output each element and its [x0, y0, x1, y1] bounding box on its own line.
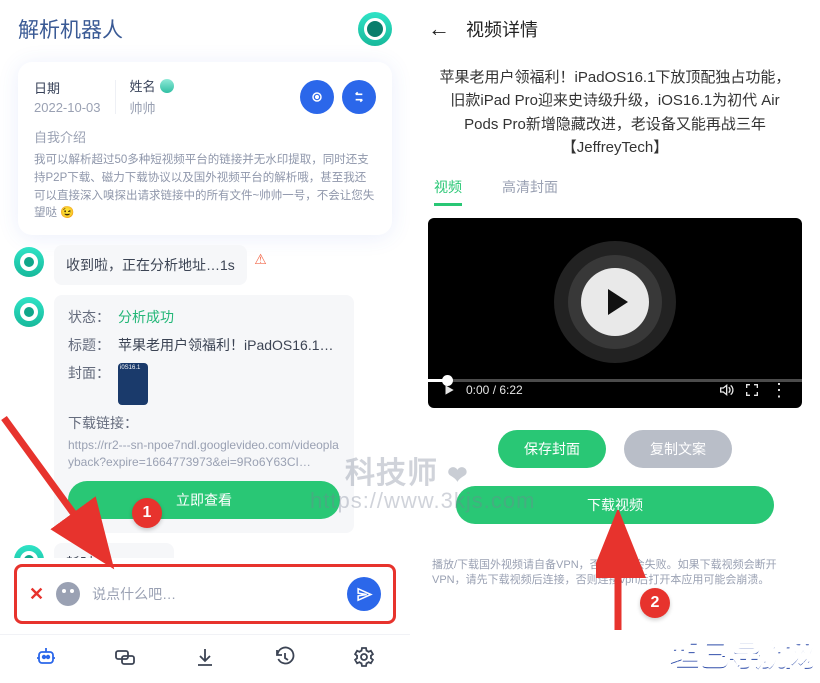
title-value: 苹果老用户领福利！iPadOS16.1下放顶配独…	[118, 335, 338, 355]
scan-button[interactable]	[300, 80, 334, 114]
download-link-value[interactable]: https://rr2---sn-npoe7ndl.googlevideo.co…	[68, 437, 340, 471]
bot-avatar-icon	[14, 545, 44, 558]
profile-card: 日期 2022-10-03 姓名 帅帅 自我介绍 我可以解析超过50多种短视频平…	[18, 62, 392, 235]
message-input-bar[interactable]: ✕ 说点什么吧…	[14, 564, 396, 624]
swap-button[interactable]	[342, 80, 376, 114]
fullscreen-icon[interactable]	[744, 382, 760, 398]
copy-text-button[interactable]: 复制文案	[624, 430, 732, 468]
message-input[interactable]: 说点什么吧…	[92, 584, 335, 604]
title-label: 标题：	[68, 335, 110, 355]
status-value: 分析成功	[118, 307, 174, 327]
elapsed-label: 耗时	[66, 555, 94, 558]
status-label: 状态：	[68, 307, 110, 327]
chat-title: 解析机器人	[18, 14, 123, 44]
detail-page-title: 视频详情	[466, 16, 538, 42]
intro-label: 自我介绍	[34, 127, 376, 146]
name-label: 姓名	[130, 76, 174, 95]
cover-thumbnail[interactable]	[118, 363, 148, 405]
bot-avatar-icon[interactable]	[358, 12, 392, 46]
nav-robot-icon[interactable]	[31, 645, 61, 669]
footer-note: 播放/下载国外视频请自备VPN，否则下载会失败。如果下载视频会断开VPN，请先下…	[410, 530, 820, 589]
save-cover-button[interactable]: 保存封面	[498, 430, 606, 468]
nav-history-icon[interactable]	[270, 645, 300, 669]
bottom-nav	[0, 634, 410, 683]
nav-download-icon[interactable]	[190, 645, 220, 669]
view-now-button[interactable]: 立即查看	[68, 481, 340, 519]
msg-text: 收到啦，正在分析地址…1s	[66, 257, 235, 273]
current-time: 0:00 / 6:22	[466, 383, 523, 397]
chat-bubble: 收到啦，正在分析地址…1s ⚠	[54, 245, 247, 285]
play-button[interactable]	[568, 255, 662, 349]
close-icon[interactable]: ✕	[29, 584, 44, 605]
more-icon[interactable]: ⋮	[770, 385, 788, 395]
brand-watermark: 坦己导航网	[669, 629, 814, 673]
date-label: 日期	[34, 78, 101, 97]
warning-icon[interactable]: ⚠	[254, 251, 267, 268]
bot-avatar-icon	[14, 297, 44, 327]
emoji-icon[interactable]	[56, 582, 80, 606]
tab-hd-cover[interactable]: 高清封面	[502, 177, 558, 206]
send-button[interactable]	[347, 577, 381, 611]
play-icon[interactable]	[442, 383, 456, 397]
chat-header: 解析机器人	[0, 0, 410, 54]
bot-avatar-icon	[14, 247, 44, 277]
name-value: 帅帅	[130, 98, 174, 117]
date-value: 2022-10-03	[34, 100, 101, 115]
elapsed-value: ：1368 ms	[94, 555, 162, 558]
nav-settings-icon[interactable]	[349, 645, 379, 669]
cover-label: 封面：	[68, 363, 110, 383]
nav-compose-icon[interactable]	[110, 645, 140, 669]
chat-bubble: 耗时：1368 ms	[54, 543, 174, 558]
intro-text: 我可以解析超过50多种短视频平台的链接并无水印提取，同时还支持P2P下载、磁力下…	[34, 152, 376, 223]
volume-icon[interactable]	[718, 382, 734, 398]
download-link-label: 下载链接：	[68, 413, 340, 433]
download-video-button[interactable]: 下载视频	[456, 486, 774, 524]
video-player[interactable]: 0:00 / 6:22 ⋮	[428, 218, 802, 408]
back-arrow-icon[interactable]: ←	[428, 16, 450, 42]
video-title: 苹果老用户领福利！iPadOS16.1下放顶配独占功能，旧款iPad Pro迎来…	[410, 48, 820, 169]
tab-video[interactable]: 视频	[434, 177, 462, 206]
bot-emoji-icon	[160, 79, 174, 93]
result-bubble: 状态： 分析成功 标题： 苹果老用户领福利！iPadOS16.1下放顶配独… 封…	[54, 295, 354, 533]
